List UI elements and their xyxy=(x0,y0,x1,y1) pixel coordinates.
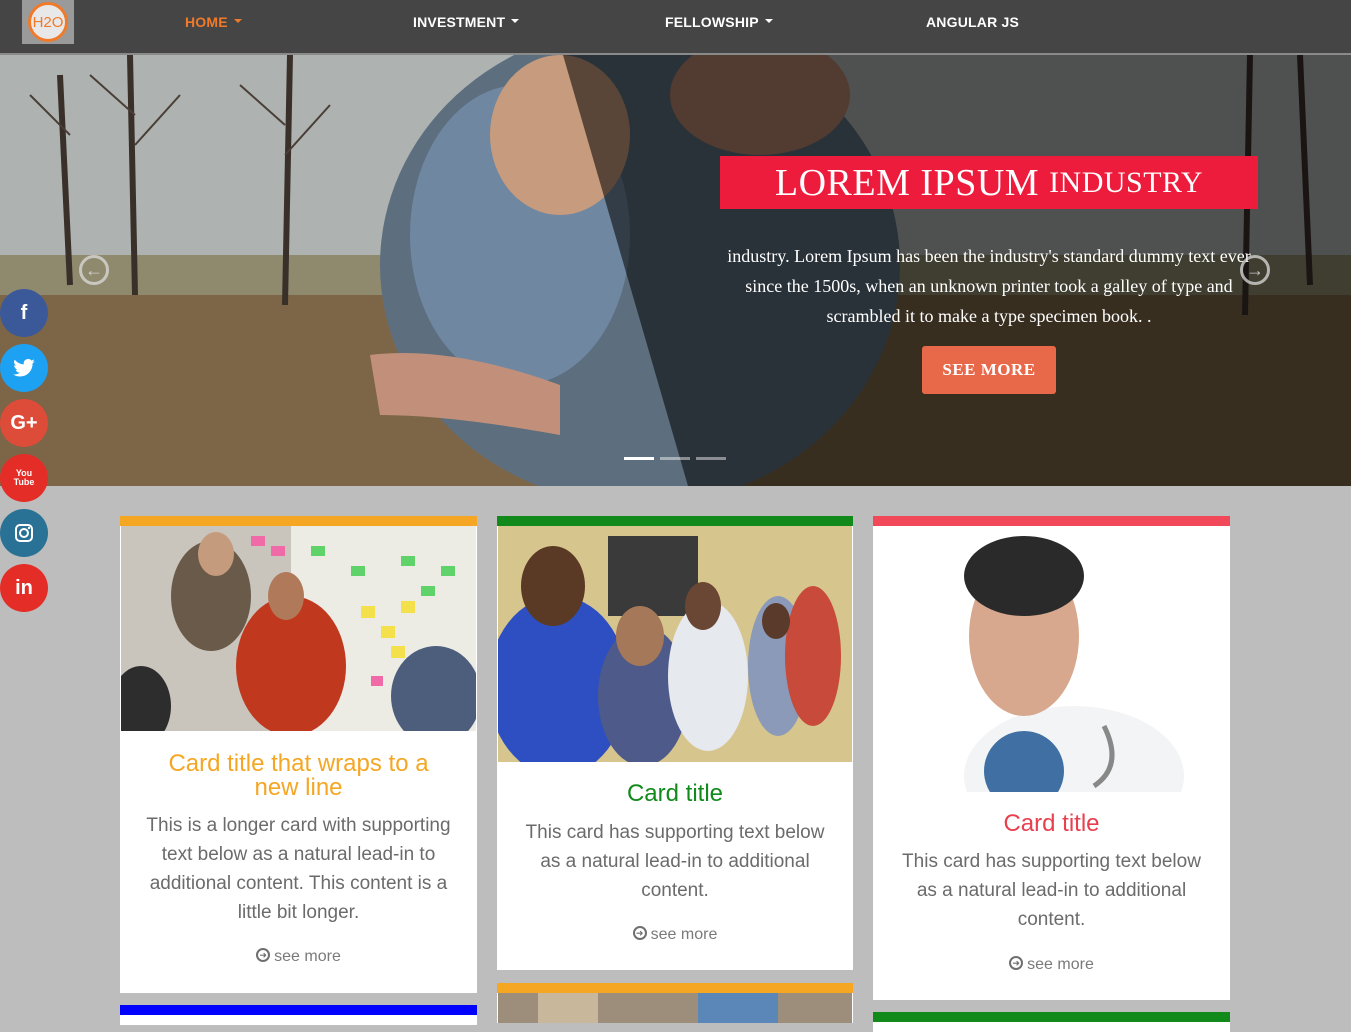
top-navbar: H2O HOME INVESTMENT FELLOWSHIP ANGULAR J… xyxy=(0,0,1351,55)
youtube-glyph: You Tube xyxy=(13,468,35,487)
see-more-button[interactable]: SEE MORE xyxy=(922,346,1056,394)
card-accent-bar xyxy=(120,516,477,526)
card-3-link-label: see more xyxy=(1027,956,1094,973)
card-3: Card title This card has supporting text… xyxy=(873,516,1230,1000)
carousel-indicator-1[interactable] xyxy=(624,457,654,460)
card-6 xyxy=(873,1012,1230,1032)
nav-angular-js-label: ANGULAR JS xyxy=(926,14,1020,30)
chevron-down-icon xyxy=(511,19,520,24)
card-4 xyxy=(120,1005,477,1025)
nav-investment-label: INVESTMENT xyxy=(413,14,506,30)
chevron-down-icon xyxy=(233,19,242,24)
twitter-bird-icon xyxy=(13,359,35,377)
nav-investment[interactable]: INVESTMENT xyxy=(413,14,520,30)
card-2-see-more-link[interactable]: ➜ see more xyxy=(497,925,853,944)
nav-home-label: HOME xyxy=(185,14,228,30)
card-accent-bar xyxy=(873,516,1230,526)
card-5 xyxy=(497,983,853,1023)
card-accent-bar xyxy=(120,1005,477,1015)
nav-fellowship-label: FELLOWSHIP xyxy=(665,14,759,30)
arrow-circle-right-icon: ➜ xyxy=(256,947,271,962)
nav-angular-js[interactable]: ANGULAR JS xyxy=(926,14,1019,30)
carousel-indicator-2[interactable] xyxy=(660,457,690,460)
card-3-see-more-link[interactable]: ➜ see more xyxy=(873,955,1230,974)
hero-title-small: INDUSTRY xyxy=(1049,165,1204,199)
instagram-camera-icon xyxy=(15,524,33,542)
carousel-indicator-3[interactable] xyxy=(696,457,726,460)
card-5-image xyxy=(498,993,852,1023)
arrow-circle-right-icon: ➜ xyxy=(632,925,647,940)
card-2: Card title This card has supporting text… xyxy=(497,516,853,970)
carousel-prev-arrow-icon[interactable]: ← xyxy=(79,255,109,285)
instagram-icon[interactable] xyxy=(0,509,48,557)
hero-description: industry. Lorem Ipsum has been the indus… xyxy=(727,246,1251,326)
card-1-title: Card title that wraps to a new line xyxy=(168,750,429,801)
card-accent-bar xyxy=(873,1012,1230,1022)
hero-carousel: LOREM IPSUM INDUSTRY industry. Lorem Ipsu… xyxy=(0,55,1351,486)
logo-text: H2O xyxy=(28,2,68,42)
youtube-icon[interactable]: You Tube xyxy=(0,454,48,502)
card-2-link-label: see more xyxy=(650,926,718,943)
card-accent-bar xyxy=(497,516,853,526)
card-accent-bar xyxy=(497,983,853,993)
card-1-link-label: see more xyxy=(274,948,341,965)
nav-fellowship[interactable]: FELLOWSHIP xyxy=(665,14,773,30)
google-plus-glyph: G+ xyxy=(10,411,38,434)
facebook-glyph: f xyxy=(20,301,28,324)
hero-title-main: LOREM IPSUM xyxy=(774,161,1040,204)
card-1-image xyxy=(121,526,476,731)
card-3-text: This card has supporting text below as a… xyxy=(902,851,1201,930)
card-1-text: This is a longer card with supporting te… xyxy=(146,815,451,923)
twitter-icon[interactable] xyxy=(0,344,48,392)
card-2-image xyxy=(498,526,852,762)
card-3-title: Card title xyxy=(1003,810,1100,837)
arrow-circle-right-icon: ➜ xyxy=(1009,955,1024,970)
nav-home[interactable]: HOME xyxy=(185,14,242,30)
linkedin-icon[interactable]: in xyxy=(0,564,48,612)
chevron-down-icon xyxy=(764,19,773,24)
facebook-icon[interactable]: f xyxy=(0,289,48,337)
card-2-title: Card title xyxy=(626,780,724,807)
google-plus-icon[interactable]: G+ xyxy=(0,399,48,447)
hero-title: LOREM IPSUM INDUSTRY xyxy=(720,156,1258,209)
carousel-next-arrow-icon[interactable]: → xyxy=(1240,255,1270,285)
linkedin-glyph: in xyxy=(15,576,33,599)
site-logo[interactable]: H2O xyxy=(22,0,74,44)
card-3-image xyxy=(874,526,1229,792)
card-1: Card title that wraps to a new line This… xyxy=(120,516,477,993)
card-1-see-more-link[interactable]: ➜ see more xyxy=(120,947,477,966)
card-2-text: This card has supporting text below as a… xyxy=(525,822,825,901)
